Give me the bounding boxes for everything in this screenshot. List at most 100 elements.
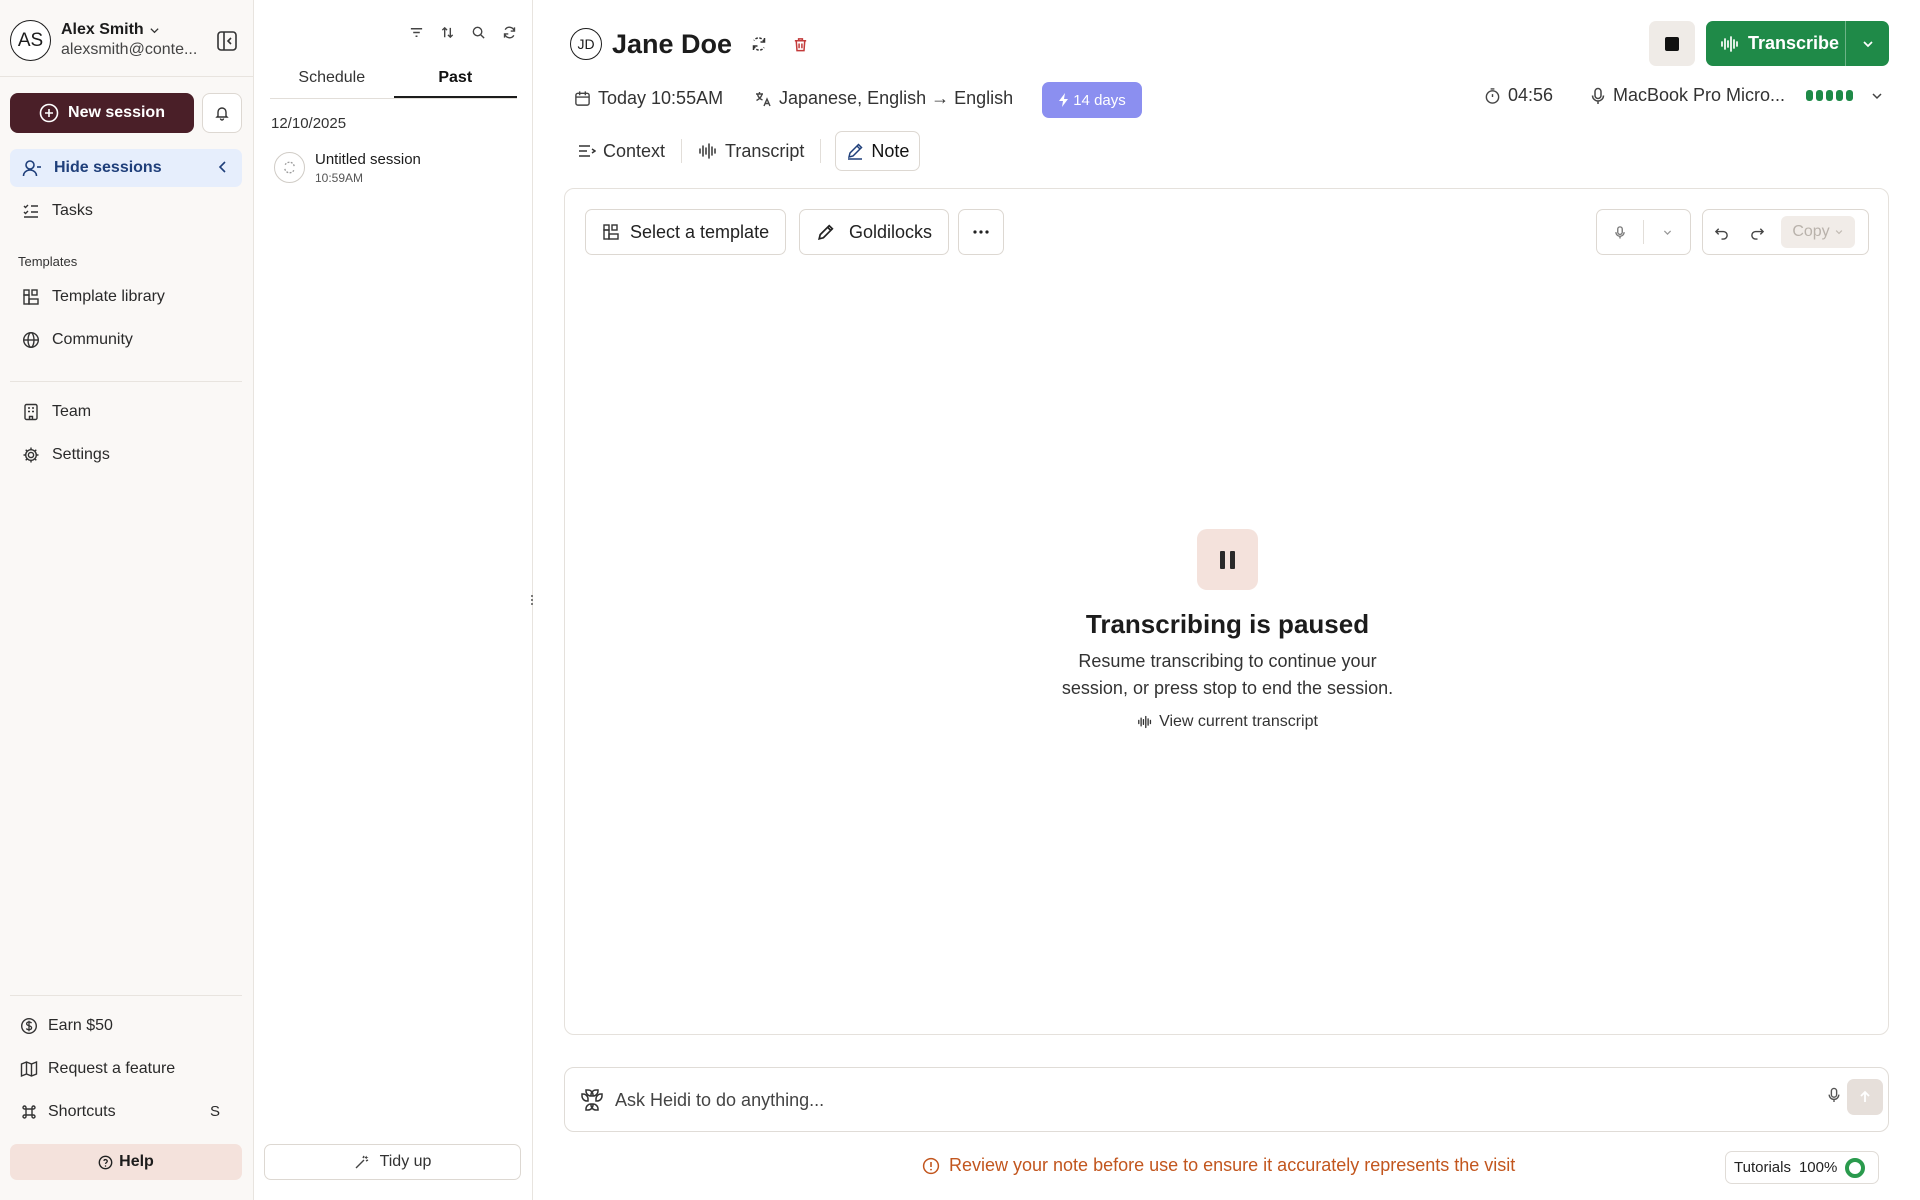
paused-state: Transcribing is paused Resume transcribi… xyxy=(565,529,1890,734)
patient-avatar[interactable]: JD xyxy=(570,28,602,60)
sidebar-item-hide-sessions[interactable]: Hide sessions xyxy=(10,149,242,187)
ellipsis-icon xyxy=(973,230,989,234)
pause-icon xyxy=(1197,529,1258,590)
trial-badge-text: 14 days xyxy=(1073,91,1126,109)
bell-icon xyxy=(215,107,229,121)
sidebar-item-settings[interactable]: Settings xyxy=(10,436,242,474)
new-session-button[interactable]: New session xyxy=(10,93,194,133)
session-date-group: 12/10/2025 xyxy=(271,115,347,132)
filter-button[interactable] xyxy=(408,24,425,41)
patient-name[interactable]: Jane Doe xyxy=(612,29,732,60)
ask-heidi-bar xyxy=(564,1067,1889,1132)
progress-ring-icon xyxy=(1845,1157,1866,1178)
map-icon xyxy=(20,1060,38,1078)
help-button[interactable]: Help xyxy=(10,1144,242,1180)
heidi-logo-icon xyxy=(581,1089,603,1111)
select-template-button[interactable]: Select a template xyxy=(585,209,787,255)
redo-button[interactable] xyxy=(1739,210,1775,254)
transcribe-dropdown[interactable] xyxy=(1846,37,1889,51)
tab-label: Transcript xyxy=(725,140,805,161)
microphone-selector[interactable]: MacBook Pro Micro... xyxy=(1590,85,1884,106)
paused-description: Resume transcribing to continue your ses… xyxy=(565,648,1890,702)
notifications-button[interactable] xyxy=(202,93,242,133)
divider xyxy=(681,139,683,163)
sync-icon[interactable] xyxy=(750,35,768,53)
microphone-name: MacBook Pro Micro... xyxy=(1613,85,1786,105)
transcribe-label: Transcribe xyxy=(1748,33,1840,53)
undo-button[interactable] xyxy=(1703,210,1739,254)
more-options-button[interactable] xyxy=(958,209,1004,255)
chevron-down-icon xyxy=(1835,230,1842,235)
tutorials-button[interactable]: Tutorials 100% xyxy=(1725,1151,1879,1184)
help-label: Help xyxy=(119,1153,154,1170)
pencil-icon xyxy=(818,223,834,240)
trash-icon[interactable] xyxy=(792,36,809,53)
magic-wand-icon xyxy=(355,1155,369,1169)
user-menu[interactable]: AS Alex Smith alexsmith@conte... xyxy=(10,20,244,62)
sidebar-item-request-feature[interactable]: Request a feature xyxy=(10,1050,242,1088)
send-button[interactable] xyxy=(1847,1079,1883,1115)
session-datetime[interactable]: Today 10:55AM xyxy=(574,88,723,109)
tab-transcript[interactable]: Transcript xyxy=(688,131,814,171)
session-title: Untitled session xyxy=(315,151,421,168)
tab-schedule[interactable]: Schedule xyxy=(270,62,394,98)
translate-icon xyxy=(756,91,771,106)
copy-button[interactable]: Copy xyxy=(1781,216,1855,248)
sidebar-item-template-library[interactable]: Template library xyxy=(10,278,242,316)
calendar-icon xyxy=(575,91,590,106)
refresh-button[interactable] xyxy=(501,24,518,41)
user-avatar[interactable]: AS xyxy=(10,20,51,61)
alert-circle-icon xyxy=(922,1157,940,1174)
user-name[interactable]: Alex Smith xyxy=(61,21,160,39)
pencil-icon xyxy=(848,143,863,160)
section-label-templates: Templates xyxy=(18,254,78,269)
search-button[interactable] xyxy=(470,24,487,41)
sidebar-item-label: Hide sessions xyxy=(54,159,162,176)
waveform-icon xyxy=(1138,715,1152,729)
sidebar-item-label: Team xyxy=(52,403,92,420)
sidebar-item-label: Community xyxy=(52,331,133,348)
tab-context[interactable]: Context xyxy=(568,131,675,171)
divider xyxy=(820,139,822,163)
microphone-icon xyxy=(1591,87,1605,104)
new-session-label: New session xyxy=(68,104,165,121)
sidebar-item-tasks[interactable]: Tasks xyxy=(10,192,242,230)
ask-heidi-input[interactable] xyxy=(615,1082,1775,1118)
note-style-button[interactable]: Goldilocks xyxy=(799,209,950,255)
sidebar-item-team[interactable]: Team xyxy=(10,393,242,431)
sidebar-item-label: Earn $50 xyxy=(48,1017,113,1034)
filter-icon xyxy=(410,28,423,37)
chevron-left-icon xyxy=(218,161,226,173)
lightning-icon xyxy=(1059,93,1069,107)
tidy-up-button[interactable]: Tidy up xyxy=(264,1144,521,1180)
divider xyxy=(10,995,242,996)
datetime-text: Today 10:55AM xyxy=(598,88,724,108)
tab-note[interactable]: Note xyxy=(835,131,921,171)
note-card: Select a template Goldilocks Copy Transc… xyxy=(564,188,1889,1035)
sidebar-item-community[interactable]: Community xyxy=(10,321,242,359)
dictate-button[interactable] xyxy=(1597,210,1643,254)
tab-past[interactable]: Past xyxy=(393,62,517,98)
stop-button[interactable] xyxy=(1649,21,1695,66)
sidebar-item-earn[interactable]: Earn $50 xyxy=(10,1007,242,1045)
view-transcript-link[interactable]: View current transcript xyxy=(1137,713,1318,731)
search-icon xyxy=(472,26,485,39)
user-name-text: Alex Smith xyxy=(61,21,144,38)
collapse-sidebar-button[interactable] xyxy=(213,27,241,55)
patient-header: JD Jane Doe xyxy=(570,28,809,60)
view-tabs: Context Transcript Note xyxy=(568,131,921,171)
undo-icon xyxy=(1714,227,1728,240)
trial-badge[interactable]: 14 days xyxy=(1042,82,1142,118)
main-area: JD Jane Doe Transcribe Today 10:55AM Jap… xyxy=(534,0,1920,1200)
transcribe-main-action[interactable]: Transcribe xyxy=(1706,21,1846,66)
session-languages[interactable]: Japanese, English → English xyxy=(754,88,1013,109)
template-icon xyxy=(603,224,619,240)
sidebar-item-label: Settings xyxy=(52,446,110,463)
microphone-icon[interactable] xyxy=(1827,1086,1841,1104)
dictate-dropdown[interactable] xyxy=(1644,210,1690,254)
session-list-item[interactable]: Untitled session 10:59AM xyxy=(274,148,514,188)
sort-button[interactable] xyxy=(439,24,456,41)
sidebar-item-shortcuts[interactable]: Shortcuts S xyxy=(10,1093,242,1131)
paused-title: Transcribing is paused xyxy=(1085,609,1370,639)
transcribe-button[interactable]: Transcribe xyxy=(1706,21,1889,66)
